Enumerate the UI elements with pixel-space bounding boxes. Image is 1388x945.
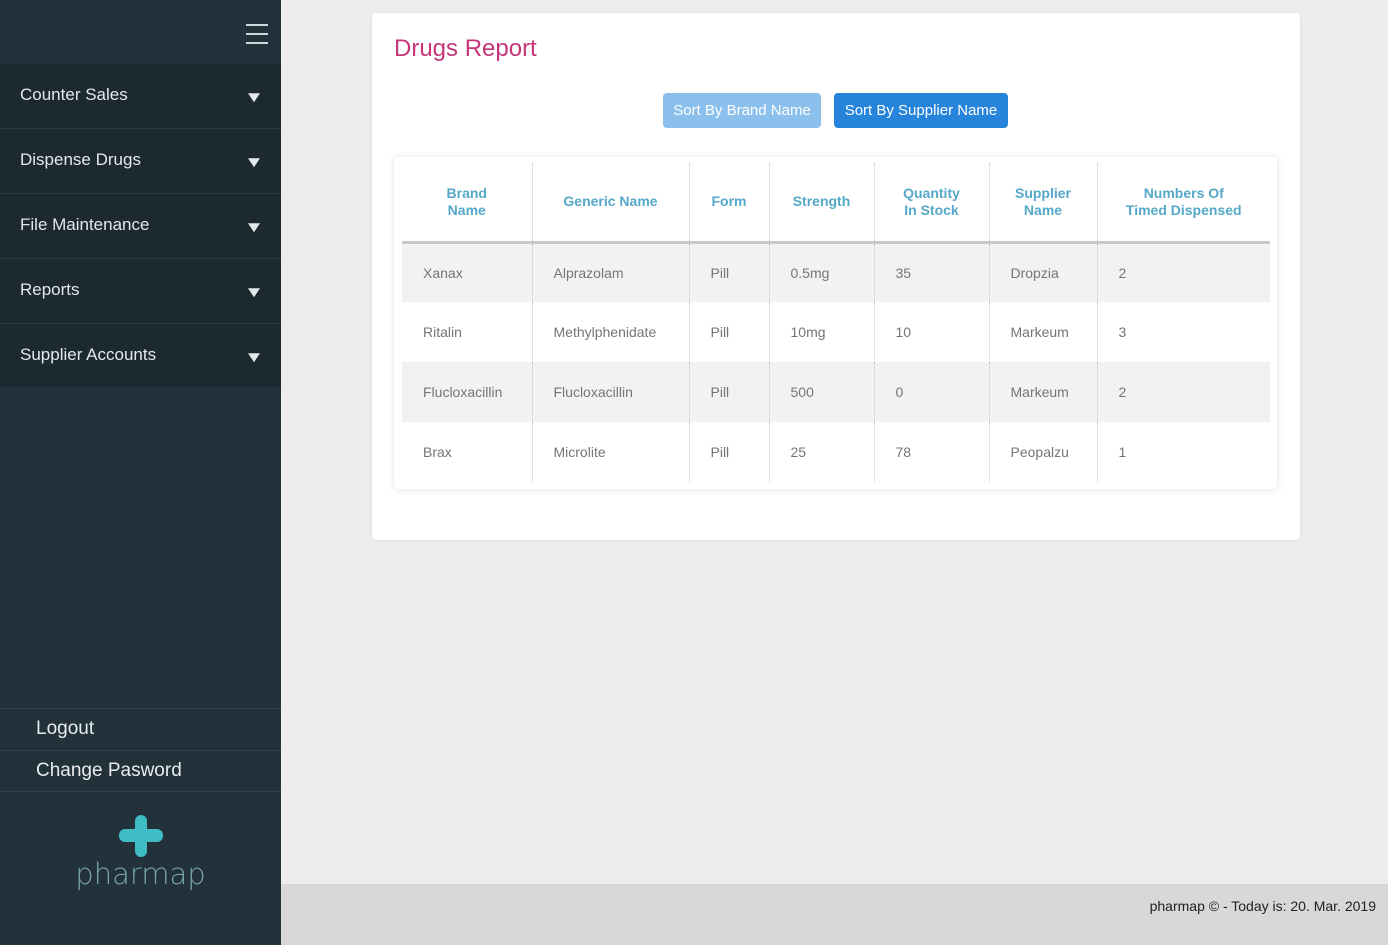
sidebar-item-label: Counter Sales <box>20 85 128 104</box>
logo-text: pharmap <box>75 857 206 891</box>
table-row: Brax Microlite Pill 25 78 Peopalzu 1 <box>402 422 1270 482</box>
medical-cross-icon <box>118 815 163 857</box>
table-row: Flucloxacillin Flucloxacillin Pill 500 0… <box>402 362 1270 422</box>
column-header-brand-name[interactable]: Brand Name <box>402 163 533 244</box>
column-header-supplier-name[interactable]: Supplier Name <box>989 163 1098 244</box>
table-row: Ritalin Methylphenidate Pill 10mg 10 Mar… <box>402 302 1270 362</box>
sidebar-header <box>0 0 281 64</box>
caret-down-icon <box>248 288 260 298</box>
hamburger-menu-icon[interactable] <box>246 24 268 44</box>
cell-generic-name: Flucloxacillin <box>532 362 690 422</box>
cell-supplier: Peopalzu <box>989 422 1098 482</box>
change-password-link[interactable]: Change Pasword <box>0 750 281 792</box>
cell-quantity: 35 <box>874 242 990 302</box>
footer: pharmap © - Today is: 20. Mar. 2019 <box>281 884 1388 945</box>
caret-down-icon <box>248 158 260 168</box>
cell-brand-name: Brax <box>402 422 533 482</box>
sidebar-item-file-maintenance[interactable]: File Maintenance <box>0 194 281 259</box>
cell-quantity: 78 <box>874 422 990 482</box>
table-row: Xanax Alprazolam Pill 0.5mg 35 Dropzia 2 <box>402 242 1270 302</box>
footer-text: pharmap © - Today is: 20. Mar. 2019 <box>1149 898 1376 914</box>
sidebar-item-counter-sales[interactable]: Counter Sales <box>0 64 281 129</box>
column-header-strength[interactable]: Strength <box>769 163 875 244</box>
drugs-report-card: Drugs Report Sort By Brand Name Sort By … <box>372 13 1300 540</box>
column-header-form[interactable]: Form <box>689 163 770 244</box>
cell-supplier: Markeum <box>989 302 1098 362</box>
sidebar-item-supplier-accounts[interactable]: Supplier Accounts <box>0 324 281 387</box>
sidebar-menu: Counter Sales Dispense Drugs File Mainte… <box>0 64 281 387</box>
column-header-times-dispensed[interactable]: Numbers Of Timed Dispensed <box>1097 163 1270 244</box>
column-header-generic-name[interactable]: Generic Name <box>532 163 690 244</box>
page-title: Drugs Report <box>394 35 537 62</box>
sort-by-brand-button[interactable]: Sort By Brand Name <box>663 93 821 128</box>
pharmap-logo: pharmap <box>0 815 281 891</box>
drugs-table-container: Brand Name Generic Name Form Strength Qua… <box>394 157 1277 489</box>
cell-brand-name: Flucloxacillin <box>402 362 533 422</box>
cell-supplier: Dropzia <box>989 242 1098 302</box>
cell-form: Pill <box>689 302 770 362</box>
cell-strength: 10mg <box>769 302 875 362</box>
cell-quantity: 0 <box>874 362 990 422</box>
cell-times-dispensed: 3 <box>1118 324 1127 340</box>
table-header-row: Brand Name Generic Name Form Strength Qua… <box>402 163 1270 244</box>
sidebar-item-label: Supplier Accounts <box>20 344 157 364</box>
cell-strength: 25 <box>769 422 875 482</box>
sort-by-supplier-button[interactable]: Sort By Supplier Name <box>834 93 1008 128</box>
sidebar: Counter Sales Dispense Drugs File Mainte… <box>0 0 281 945</box>
cell-brand-name: Ritalin <box>402 302 533 362</box>
cell-form: Pill <box>689 362 770 422</box>
cell-brand-name: Xanax <box>402 242 533 302</box>
caret-down-icon <box>248 352 260 362</box>
sidebar-item-label: Dispense Drugs <box>20 150 141 169</box>
cell-times-dispensed: 1 <box>1118 444 1127 460</box>
column-header-quantity-in-stock[interactable]: Quantity In Stock <box>874 163 990 244</box>
cell-form: Pill <box>689 242 770 302</box>
sidebar-item-reports[interactable]: Reports <box>0 259 281 324</box>
cell-quantity: 10 <box>874 302 990 362</box>
logout-link[interactable]: Logout <box>0 708 281 750</box>
caret-down-icon <box>248 223 260 233</box>
cell-strength: 0.5mg <box>769 242 875 302</box>
cell-strength: 500 <box>769 362 875 422</box>
cell-generic-name: Methylphenidate <box>532 302 690 362</box>
sidebar-item-label: Reports <box>20 280 80 299</box>
sidebar-bottom-links: Logout Change Pasword <box>0 708 281 792</box>
drugs-table: Brand Name Generic Name Form Strength Qua… <box>402 163 1270 482</box>
cell-times-dispensed: 2 <box>1097 242 1270 302</box>
caret-down-icon <box>248 93 260 103</box>
sidebar-item-dispense-drugs[interactable]: Dispense Drugs <box>0 129 281 194</box>
cell-form: Pill <box>689 422 770 482</box>
cell-generic-name: Alprazolam <box>532 242 690 302</box>
sidebar-item-label: File Maintenance <box>20 215 150 234</box>
cell-supplier: Markeum <box>989 362 1098 422</box>
cell-times-dispensed: 2 <box>1097 362 1270 422</box>
cell-generic-name: Microlite <box>532 422 690 482</box>
